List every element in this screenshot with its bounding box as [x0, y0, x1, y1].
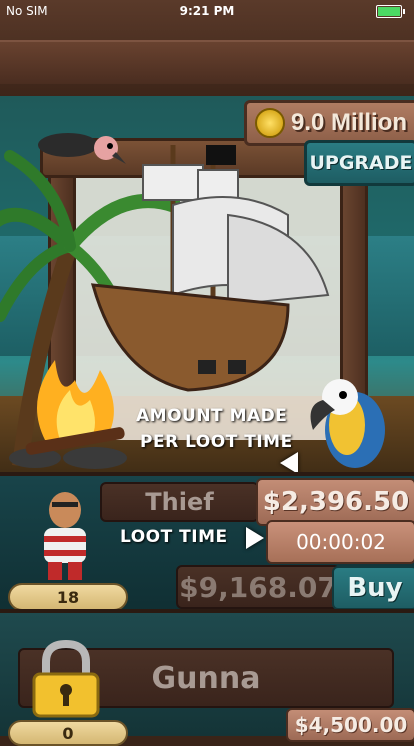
campfire-icon [9, 360, 127, 469]
tutorial-loot-time: LOOT TIME [120, 527, 228, 547]
battery-icon [376, 5, 405, 18]
thief-avatar-icon [44, 492, 86, 580]
clock-label: 9:21 PM [179, 4, 235, 18]
tutorial-amount-line1: AMOUNT MADE [136, 406, 288, 426]
padlock-icon[interactable] [28, 640, 104, 720]
earning-per-loot: $2,396.50 [256, 478, 414, 526]
business-name-thief: Thief [100, 482, 259, 522]
level-badge-gunna: 0 [8, 720, 128, 746]
gold-coin-icon [255, 108, 285, 138]
business-price: $9,168.07 [176, 565, 340, 609]
parrot-icon [310, 379, 385, 468]
currency-amount: 9.0 Million [291, 109, 408, 136]
header-plank [0, 40, 414, 84]
upgrade-button[interactable]: UPGRADE [304, 140, 414, 186]
arrow-left-icon [280, 452, 298, 474]
business-price-gunna: $4,500.00 [286, 708, 414, 742]
tutorial-amount-line2: PER LOOT TIME [140, 432, 293, 452]
arrow-right-icon [246, 527, 264, 549]
level-badge-thief: 18 [8, 583, 128, 611]
status-bar: No SIM 9:21 PM [0, 0, 414, 22]
loot-timer: 00:00:02 [266, 520, 414, 564]
buy-button[interactable]: Buy [332, 566, 414, 610]
